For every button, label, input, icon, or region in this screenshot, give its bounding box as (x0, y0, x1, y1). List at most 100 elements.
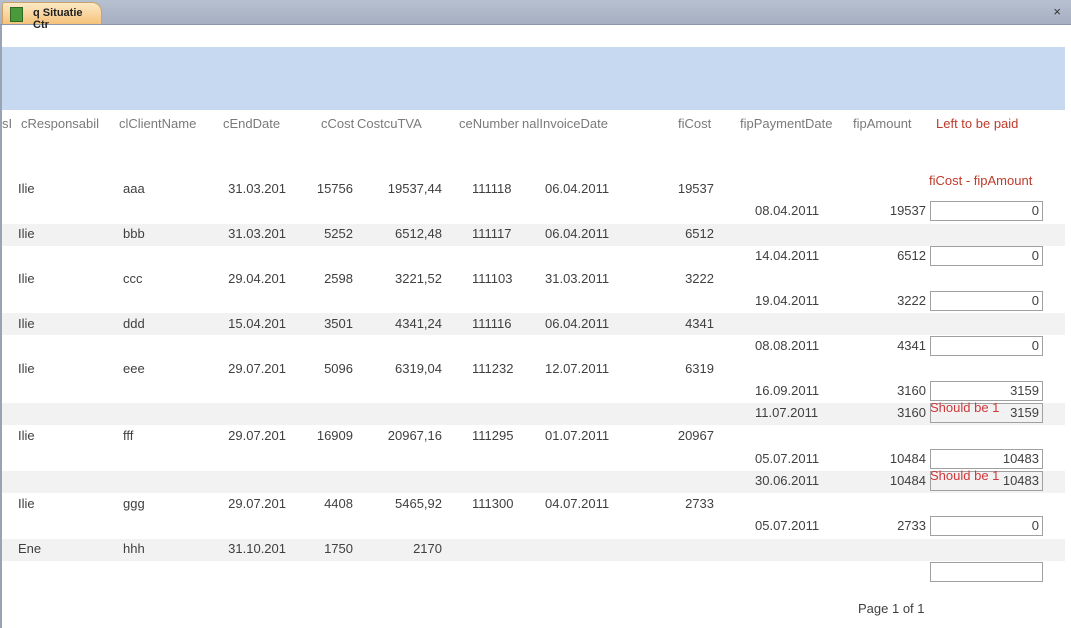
contract-cost: 2598 (324, 271, 353, 286)
contract-invnum: 111103 (472, 271, 513, 286)
header-invoice-number: ceNumber (459, 116, 519, 131)
contract-invdate: 31.03.2011 (545, 271, 610, 286)
report-icon (10, 7, 23, 22)
header-cost: cCost (321, 116, 355, 131)
contract-invdate: 12.07.2011 (545, 361, 610, 376)
left-to-be-paid-field[interactable]: 0 (930, 336, 1043, 356)
left-to-be-paid-field[interactable]: 0 (930, 201, 1043, 221)
contract-client: bbb (123, 226, 145, 241)
contract-resp: Ene (18, 541, 42, 556)
header-payment-date: fipPaymentDate (740, 116, 833, 131)
payment-amount: 10484 (889, 451, 926, 466)
header-end-date: cEndDate (223, 116, 281, 131)
contract-invnum: 111118 (472, 181, 512, 196)
document-tab-bar: q Situatie Ctr × (0, 0, 1071, 31)
tab-q-situatie-ctr[interactable]: q Situatie Ctr (2, 2, 102, 31)
contract-resp: Ilie (18, 361, 35, 376)
payment-amount: 3160 (897, 405, 926, 420)
contract-invnum: 111295 (472, 428, 514, 443)
contract-invnum: 111300 (472, 496, 514, 511)
payment-date: 16.09.2011 (755, 383, 820, 398)
contract-invdate: 01.07.2011 (545, 428, 610, 443)
contract-tva: 2170 (413, 541, 442, 556)
alternate-row-background (2, 313, 1065, 335)
payment-amount: 4341 (897, 338, 926, 353)
contract-client: ddd (123, 316, 145, 331)
payment-date: 19.04.2011 (755, 293, 820, 308)
should-be-note: Should be 1 (930, 468, 1000, 483)
left-to-be-paid-field[interactable]: 3159 (930, 381, 1043, 401)
should-be-note: Should be 1 (930, 400, 1000, 415)
contract-client: hhh (123, 541, 145, 556)
contract-tva: 19537,44 (387, 181, 442, 196)
close-icon[interactable]: × (1053, 4, 1061, 19)
left-to-be-paid-field[interactable]: 0 (930, 516, 1043, 536)
contract-invdate: 04.07.2011 (545, 496, 610, 511)
contract-end: 29.07.201 (228, 361, 286, 376)
contract-end: 29.04.201 (228, 271, 286, 286)
payment-date: 08.04.2011 (755, 203, 820, 218)
contract-client: ccc (123, 271, 143, 286)
contract-resp: Ilie (18, 226, 35, 241)
contract-end: 15.04.201 (228, 316, 286, 331)
contract-tva: 3221,52 (395, 271, 442, 286)
payment-amount: 19537 (889, 203, 926, 218)
payment-amount: 3222 (897, 293, 926, 308)
payment-date: 30.06.2011 (755, 473, 820, 488)
contract-cost: 1750 (324, 541, 353, 556)
contract-end: 31.03.201 (228, 181, 286, 196)
payment-amount: 3160 (897, 383, 926, 398)
contract-resp: Ilie (18, 271, 35, 286)
contract-ficost: 19537 (677, 181, 714, 196)
contract-client: fff (123, 428, 134, 443)
contract-cost: 4408 (324, 496, 353, 511)
contract-invnum: 111116 (472, 316, 512, 331)
payment-amount: 10484 (889, 473, 926, 488)
payment-date: 11.07.2011 (755, 405, 819, 420)
payment-date: 14.04.2011 (755, 248, 820, 263)
contract-resp: Ilie (18, 428, 35, 443)
contract-cost: 16909 (316, 428, 353, 443)
contract-tva: 5465,92 (395, 496, 442, 511)
contract-resp: Ilie (18, 496, 35, 511)
contract-end: 31.03.201 (228, 226, 286, 241)
header-col0: sI (2, 116, 13, 131)
contract-ficost: 2733 (685, 496, 714, 511)
contract-ficost: 3222 (685, 271, 714, 286)
payment-amount: 2733 (897, 518, 926, 533)
left-to-be-paid-field[interactable]: 10483 (930, 449, 1043, 469)
contract-tva: 6512,48 (395, 226, 442, 241)
contract-cost: 5096 (324, 361, 353, 376)
left-to-be-paid-field[interactable]: 0 (930, 246, 1043, 266)
contract-invdate: 06.04.2011 (545, 181, 610, 196)
header-responsabil: cResponsabil (21, 116, 100, 131)
contract-end: 29.07.201 (228, 496, 286, 511)
contract-cost: 15756 (316, 181, 353, 196)
payment-date: 05.07.2011 (755, 518, 820, 533)
header-client-name: clClientName (119, 116, 197, 131)
contract-tva: 6319,04 (395, 361, 442, 376)
contract-ficost: 20967 (677, 428, 714, 443)
header-invoice-date: nalInvoiceDate (522, 116, 608, 131)
contract-client: eee (123, 361, 145, 376)
contract-ficost: 4341 (685, 316, 714, 331)
contract-invdate: 06.04.2011 (545, 226, 610, 241)
contract-resp: Ilie (18, 181, 35, 196)
payment-date: 08.08.2011 (755, 338, 820, 353)
contract-end: 29.07.201 (228, 428, 286, 443)
contract-invnum: 111117 (472, 226, 512, 241)
contract-resp: Ilie (18, 316, 35, 331)
contract-ficost: 6319 (685, 361, 714, 376)
header-left-to-be-paid: Left to be paid (936, 116, 1019, 131)
contract-client: aaa (123, 181, 145, 196)
contract-tva: 4341,24 (395, 316, 442, 331)
contract-cost: 3501 (324, 316, 353, 331)
payment-amount: 6512 (897, 248, 926, 263)
contract-end: 31.10.201 (228, 541, 286, 556)
left-to-be-paid-field[interactable] (930, 562, 1043, 582)
payment-date: 05.07.2011 (755, 451, 820, 466)
contract-client: ggg (123, 496, 145, 511)
left-to-be-paid-field[interactable]: 0 (930, 291, 1043, 311)
contract-invdate: 06.04.2011 (545, 316, 610, 331)
contract-ficost: 6512 (685, 226, 714, 241)
